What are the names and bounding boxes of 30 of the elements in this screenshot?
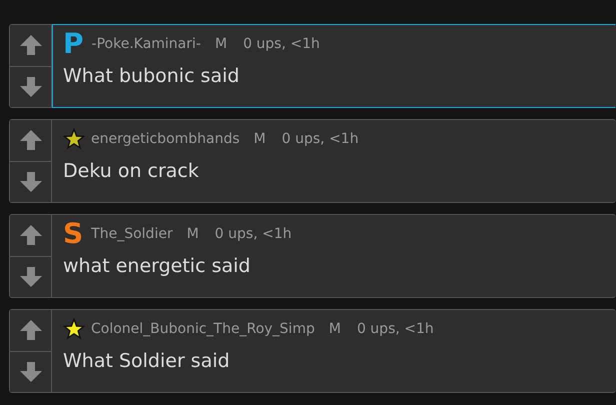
- comment-stats: 0 ups, <1h: [282, 131, 359, 147]
- username-link[interactable]: Colonel_Bubonic_The_Roy_Simp: [91, 321, 315, 337]
- down-arrow-icon: [18, 264, 42, 289]
- user-tag: M: [254, 131, 266, 147]
- comment-stats: 0 ups, <1h: [214, 226, 292, 242]
- comment-text: What Soldier said: [63, 350, 231, 372]
- downvote-button[interactable]: [10, 66, 51, 107]
- comment-text: what energetic said: [63, 255, 252, 277]
- username-link[interactable]: -Poke.Kaminari-: [92, 36, 201, 52]
- badge-icon: S: [63, 220, 84, 248]
- downvote-button[interactable]: [10, 160, 51, 202]
- up-arrow-icon: [18, 223, 42, 248]
- badge-icon: P: [63, 30, 84, 58]
- downvote-button[interactable]: [10, 256, 51, 297]
- user-tag: M: [186, 226, 199, 242]
- comment-text: What bubonic said: [63, 65, 240, 87]
- comment-text: Deku on crack: [63, 160, 200, 182]
- up-arrow-icon: [18, 128, 42, 152]
- username-link[interactable]: energeticbombhands: [91, 131, 240, 147]
- down-arrow-icon: [18, 74, 42, 99]
- user-tag: M: [328, 321, 341, 337]
- username-link[interactable]: The_Soldier: [91, 226, 173, 242]
- down-arrow-icon: [18, 360, 42, 384]
- downvote-button[interactable]: [10, 350, 51, 392]
- down-arrow-icon: [18, 170, 42, 194]
- user-tag: M: [214, 36, 228, 52]
- up-arrow-icon: [18, 318, 42, 342]
- up-arrow-icon: [18, 33, 42, 58]
- comment-stats: 0 ups, <1h: [243, 36, 320, 52]
- comment-stats: 0 ups, <1h: [356, 321, 434, 337]
